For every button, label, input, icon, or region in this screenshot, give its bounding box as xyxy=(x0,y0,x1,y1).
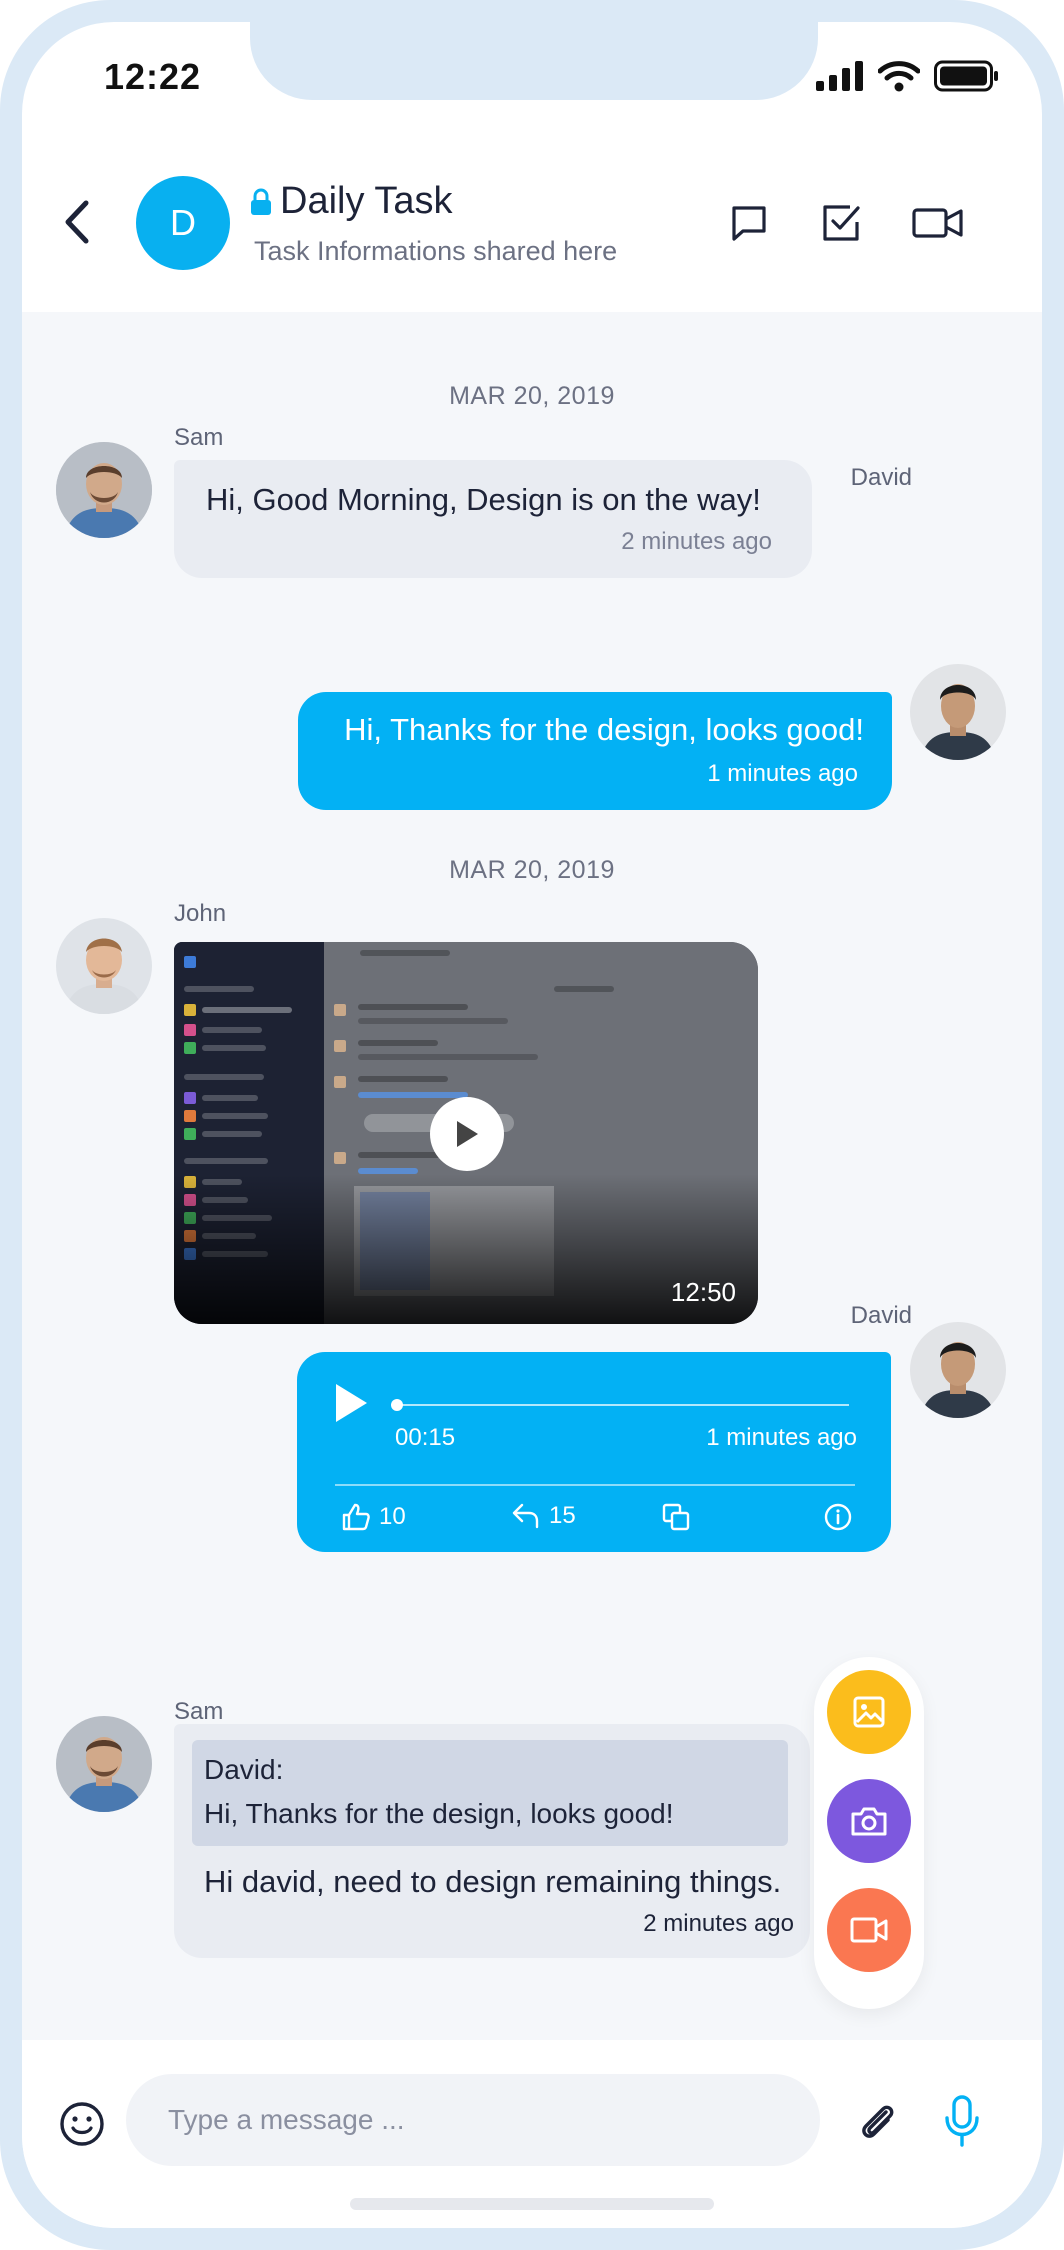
composer-bar xyxy=(22,2040,1042,2228)
sender-name: David xyxy=(850,464,912,491)
avatar-sam xyxy=(56,442,152,538)
microphone-icon xyxy=(945,2095,979,2147)
paperclip-icon xyxy=(862,2105,894,2138)
home-indicator xyxy=(350,2198,714,2210)
sender-name: Sam xyxy=(174,1698,224,1725)
copy-icon xyxy=(662,1503,690,1531)
emoji-icon xyxy=(60,2102,104,2146)
message-text: Hi, Thanks for the design, looks good! xyxy=(344,712,864,747)
avatar-john xyxy=(56,918,152,1014)
send-image-button[interactable] xyxy=(827,1670,911,1754)
date-separator: MAR 20, 2019 xyxy=(449,856,615,884)
date-separator: MAR 20, 2019 xyxy=(449,382,615,410)
avatar[interactable] xyxy=(910,664,1006,760)
avatar[interactable] xyxy=(56,442,152,538)
tasks-button[interactable] xyxy=(818,200,864,246)
message-bubble-reply[interactable]: David: Hi, Thanks for the design, looks … xyxy=(174,1724,810,1958)
message-bubble-outgoing[interactable]: Hi, Thanks for the design, looks good! 1… xyxy=(298,692,892,810)
status-icons xyxy=(816,60,1000,97)
video-call-button[interactable] xyxy=(910,200,966,246)
camera-icon xyxy=(851,1807,887,1836)
message-time: 1 minutes ago xyxy=(707,760,858,787)
message-text: Hi, Good Morning, Design is on the way! xyxy=(206,482,761,517)
avatar[interactable] xyxy=(56,1716,152,1812)
back-button[interactable] xyxy=(52,192,102,252)
avatar[interactable] xyxy=(910,1322,1006,1418)
info-icon xyxy=(824,1503,852,1531)
chat-button[interactable] xyxy=(726,200,772,246)
message-text: Hi david, need to design remaining thing… xyxy=(204,1864,782,1899)
quote-author: David: xyxy=(204,1754,284,1785)
play-button[interactable] xyxy=(430,1097,504,1171)
message-time: 1 minutes ago xyxy=(706,1424,857,1451)
checkbox-icon xyxy=(823,205,860,241)
group-avatar[interactable]: D xyxy=(136,176,230,270)
screen: 12:22 D Daily Task Task Informations sha… xyxy=(22,22,1042,2228)
copy-button[interactable] xyxy=(661,1502,691,1532)
audio-progress-knob[interactable] xyxy=(391,1399,403,1411)
chat-area[interactable]: MAR 20, 2019 Sam Hi, Good Morning, Desig… xyxy=(22,312,1042,2040)
quoted-message[interactable]: David: Hi, Thanks for the design, looks … xyxy=(192,1740,788,1846)
sender-name: David xyxy=(850,1302,912,1329)
sender-name: Sam xyxy=(174,424,224,451)
wifi-icon xyxy=(877,60,921,97)
reply-count: 15 xyxy=(549,1502,576,1529)
like-count: 10 xyxy=(379,1503,406,1530)
video-icon xyxy=(850,1917,888,1943)
chat-header: D Daily Task Task Informations shared he… xyxy=(22,134,1042,334)
audio-progress-track[interactable] xyxy=(395,1404,849,1406)
reply-icon xyxy=(512,1503,539,1529)
signal-icon xyxy=(816,61,864,96)
voice-record-button[interactable] xyxy=(942,2094,982,2153)
quote-text: Hi, Thanks for the design, looks good! xyxy=(204,1798,674,1829)
audio-elapsed: 00:15 xyxy=(395,1424,456,1451)
audio-message[interactable]: 00:15 1 minutes ago 10 15 xyxy=(297,1352,891,1552)
message-time: 2 minutes ago xyxy=(643,1910,794,1937)
status-time: 12:22 xyxy=(104,56,202,97)
audio-play-button[interactable] xyxy=(333,1382,369,1429)
battery-icon xyxy=(934,60,1000,97)
reply-button[interactable]: 15 xyxy=(511,1502,576,1530)
thumbs-up-icon xyxy=(342,1503,370,1531)
title-row: Daily Task xyxy=(250,180,452,223)
message-bubble-incoming[interactable]: Hi, Good Morning, Design is on the way! … xyxy=(174,460,812,578)
chevron-left-icon xyxy=(65,200,89,244)
play-icon xyxy=(336,1384,367,1422)
avatar[interactable] xyxy=(56,918,152,1014)
chat-title: Daily Task xyxy=(280,180,453,222)
phone-frame: 12:22 D Daily Task Task Informations sha… xyxy=(0,0,1064,2250)
divider xyxy=(335,1484,855,1486)
camera-button[interactable] xyxy=(827,1779,911,1863)
attach-button[interactable] xyxy=(854,2098,900,2149)
emoji-button[interactable] xyxy=(58,2100,106,2153)
avatar-david xyxy=(910,1322,1006,1418)
chat-icon xyxy=(732,206,766,241)
lock-icon xyxy=(251,188,271,215)
sender-name: John xyxy=(174,900,227,927)
video-duration: 12:50 xyxy=(670,1277,736,1307)
message-input[interactable] xyxy=(126,2074,820,2166)
play-icon xyxy=(457,1121,478,1147)
chat-subtitle: Task Informations shared here xyxy=(254,236,618,266)
video-message[interactable]: 12:50 xyxy=(174,942,758,1324)
message-time: 2 minutes ago xyxy=(621,528,772,555)
info-button[interactable] xyxy=(823,1502,853,1532)
image-icon xyxy=(853,1696,885,1728)
video-camera-icon xyxy=(912,208,963,238)
notch xyxy=(250,22,818,100)
avatar-sam xyxy=(56,1716,152,1812)
avatar-david xyxy=(910,664,1006,760)
send-video-button[interactable] xyxy=(827,1888,911,1972)
attachment-menu xyxy=(814,1657,924,2009)
like-button[interactable]: 10 xyxy=(341,1502,406,1532)
